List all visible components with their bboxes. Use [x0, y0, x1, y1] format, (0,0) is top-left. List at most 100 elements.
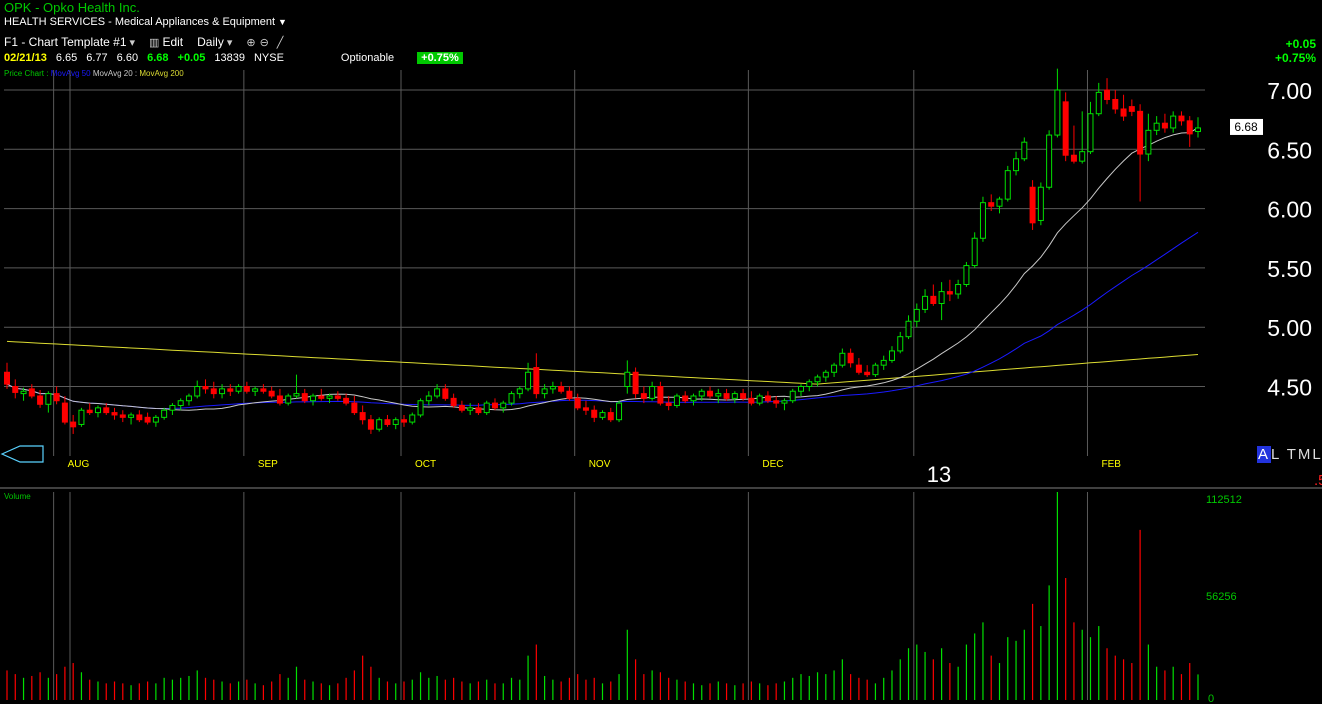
candle-body: [384, 419, 391, 425]
candle-body: [897, 336, 904, 352]
candle-body: [839, 352, 846, 366]
candle-body: [690, 395, 697, 402]
year-label: 13: [927, 462, 951, 487]
candle-body: [177, 400, 184, 406]
candle-body: [847, 352, 854, 364]
candle-body: [45, 393, 52, 405]
candle-body: [243, 386, 250, 392]
candle-body: [285, 395, 292, 404]
candle-body: [1145, 129, 1152, 155]
candle-body: [773, 400, 780, 404]
candle-body: [880, 359, 887, 366]
y-tick-label: 5.50: [1267, 256, 1312, 282]
candle-body: [467, 407, 474, 411]
candle-body: [888, 350, 895, 361]
candle-body: [740, 393, 747, 399]
candle-body: [210, 388, 217, 395]
candle-body: [252, 388, 259, 392]
candle-body: [1021, 141, 1028, 160]
candle-body: [649, 386, 656, 399]
candle-body: [401, 419, 407, 423]
candle-body: [624, 371, 631, 388]
volume-tick-label: 56256: [1206, 591, 1237, 603]
candle-body: [351, 402, 358, 414]
candle-body: [78, 409, 85, 425]
candle-body: [798, 386, 804, 392]
candle-body: [144, 416, 151, 423]
candle-body: [558, 386, 565, 392]
candle-body: [500, 402, 507, 409]
candle-body: [1070, 154, 1077, 162]
candle-body: [748, 397, 755, 404]
candle-body: [822, 371, 829, 378]
candle-body: [409, 414, 416, 423]
candle-body: [475, 407, 482, 414]
candle-body: [1112, 98, 1119, 110]
candle-body: [450, 397, 457, 406]
candle-body: [905, 320, 912, 338]
candle-body: [94, 407, 101, 414]
candle-body: [574, 397, 581, 409]
candle-body: [136, 414, 143, 421]
y-tick-label: 6.50: [1267, 137, 1312, 163]
candle-body: [855, 364, 862, 373]
candle-body: [483, 402, 490, 414]
volume-tick-label: 112512: [1206, 494, 1242, 506]
candle-body: [61, 402, 68, 423]
candle-body: [541, 388, 548, 395]
candle-body: [599, 412, 606, 418]
candle-body: [516, 388, 523, 395]
y-tick-label: 4.50: [1267, 375, 1312, 401]
candle-body: [657, 386, 664, 404]
candle-body: [756, 395, 763, 404]
candle-body: [343, 397, 350, 404]
candle-body: [996, 198, 1003, 207]
candle-body: [37, 395, 44, 405]
candle-body: [665, 402, 672, 406]
candle-body: [988, 202, 995, 207]
candle-body: [1153, 122, 1160, 131]
month-label: DEC: [762, 459, 783, 470]
candle-body: [922, 295, 929, 310]
ma200-line: [6, 340, 1199, 385]
candle-body: [1128, 106, 1135, 112]
candle-body: [202, 386, 209, 390]
candle-body: [1054, 89, 1061, 136]
candle-body: [682, 395, 689, 402]
candle-body: [260, 388, 267, 392]
candle-body: [616, 402, 623, 421]
candle-body: [326, 395, 333, 399]
candle-body: [194, 386, 201, 397]
candle-body: [930, 295, 937, 304]
ma50-line: [6, 231, 1199, 410]
candle-body: [161, 409, 168, 418]
candle-body: [1079, 151, 1086, 162]
candle-body: [119, 414, 126, 418]
candle-body: [1004, 170, 1011, 200]
candle-body: [508, 393, 515, 404]
candle-body: [731, 393, 738, 399]
candle-body: [227, 388, 234, 392]
price-chart[interactable]: 7.00 6.50 6.00 5.50 5.00 4.50 AUG SEP OCT NOV DEC F…: [0, 0, 1322, 704]
candle-body: [764, 395, 771, 402]
candle-body: [1037, 186, 1044, 221]
candle-body: [417, 400, 424, 416]
candle-body: [376, 419, 383, 430]
candle-body: [392, 419, 399, 425]
candle-body: [831, 364, 838, 373]
candle-body: [913, 308, 920, 322]
candle-body: [152, 416, 159, 423]
candle-body: [219, 388, 226, 395]
y-tick-label: 7.00: [1267, 78, 1312, 104]
candle-body: [591, 409, 598, 418]
candle-body: [1087, 113, 1094, 153]
volume-tick-label: 0: [1208, 693, 1214, 704]
candle-body: [1195, 127, 1201, 133]
month-label: OCT: [415, 459, 436, 470]
candle-body: [434, 388, 441, 397]
candle-body: [334, 395, 341, 399]
candle-body: [20, 390, 27, 395]
candle-body: [963, 265, 970, 286]
candle-body: [111, 412, 118, 416]
candle-body: [359, 412, 366, 421]
